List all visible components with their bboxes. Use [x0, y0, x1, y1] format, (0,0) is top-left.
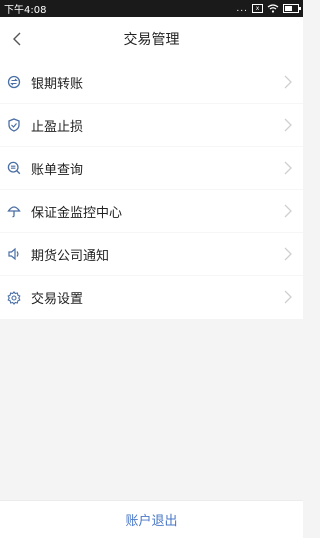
menu-item-label: 交易设置 [31, 292, 84, 307]
chevron-right-icon [284, 161, 292, 175]
chevron-left-icon [13, 32, 21, 46]
gear-icon [7, 290, 21, 305]
page-title: 交易管理 [123, 32, 180, 48]
wifi-icon [267, 4, 279, 13]
menu-item-label: 期货公司通知 [31, 248, 110, 264]
menu-list: 银期转账 止盈止损 账单查询 保证金监控中心 期货公司通知 交易设置 [0, 61, 303, 319]
chevron-right-icon [284, 118, 292, 132]
status-time: 下午4:08 [4, 5, 47, 16]
menu-item-take-profit-stop-loss[interactable]: 止盈止损 [0, 104, 303, 147]
back-button[interactable] [7, 27, 27, 51]
shield-check-icon [7, 118, 21, 132]
status-bar: 下午4:08 ... x [0, 0, 303, 17]
logout-button[interactable]: 账户退出 [0, 500, 303, 538]
chevron-right-icon [284, 290, 292, 304]
menu-item-bank-transfer[interactable]: 银期转账 [0, 61, 303, 104]
battery-icon [283, 4, 301, 13]
status-icons: ... x [236, 3, 301, 14]
speaker-icon [7, 247, 21, 261]
menu-item-label: 银期转账 [31, 76, 84, 92]
chevron-right-icon [284, 247, 292, 261]
menu-item-margin-monitoring-center[interactable]: 保证金监控中心 [0, 190, 303, 233]
chevron-right-icon [284, 75, 292, 89]
more-dots-icon: ... [236, 3, 248, 14]
notification-box-icon: x [252, 4, 263, 13]
menu-item-trade-settings[interactable]: 交易设置 [0, 276, 303, 319]
menu-item-label: 账单查询 [31, 162, 84, 178]
search-bill-icon [7, 161, 21, 175]
umbrella-icon [7, 204, 21, 218]
logout-label: 账户退出 [125, 514, 178, 529]
menu-item-label: 保证金监控中心 [31, 205, 123, 221]
menu-item-label: 止盈止损 [31, 119, 84, 135]
transfer-icon [7, 75, 21, 89]
nav-bar: 交易管理 [0, 17, 303, 61]
chevron-right-icon [284, 204, 292, 218]
menu-item-bill-query[interactable]: 账单查询 [0, 147, 303, 190]
menu-item-futures-company-notice[interactable]: 期货公司通知 [0, 233, 303, 276]
